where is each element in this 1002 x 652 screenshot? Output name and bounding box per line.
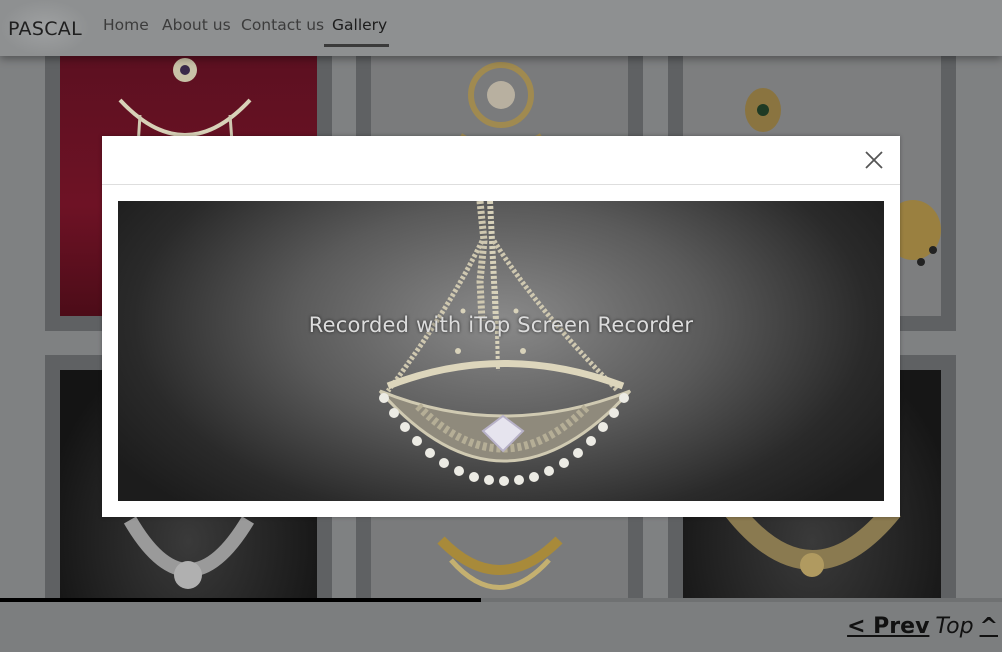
- brand-logo[interactable]: PASCAL: [0, 0, 90, 56]
- bottom-bar: < Prev Top ^: [0, 598, 1002, 652]
- recorder-watermark: Recorded with iTop Screen Recorder: [308, 313, 694, 337]
- top-link[interactable]: Top: [935, 614, 973, 639]
- slideshow-progress-fill: [0, 598, 481, 602]
- scroll-top-link[interactable]: ^: [980, 614, 998, 639]
- nav-link-contact-us[interactable]: Contact us: [241, 16, 324, 34]
- close-icon[interactable]: [862, 148, 886, 172]
- slideshow-progress-track: [0, 598, 1002, 602]
- nav-link-gallery[interactable]: Gallery: [332, 16, 387, 34]
- modal-jewelry-image: Recorded with iTop Screen Recorder: [118, 201, 884, 501]
- active-nav-indicator: [324, 44, 389, 47]
- modal-header: [102, 136, 900, 185]
- maang-tikka-image: [378, 201, 632, 486]
- pager: < Prev Top ^: [847, 614, 998, 639]
- nav-link-about-us[interactable]: About us: [162, 16, 231, 34]
- image-lightbox-modal: Recorded with iTop Screen Recorder: [102, 136, 900, 517]
- nav-link-home[interactable]: Home: [103, 16, 149, 34]
- top-navbar: PASCAL Home About us Contact us Gallery: [0, 0, 1002, 56]
- prev-link[interactable]: < Prev: [847, 614, 929, 639]
